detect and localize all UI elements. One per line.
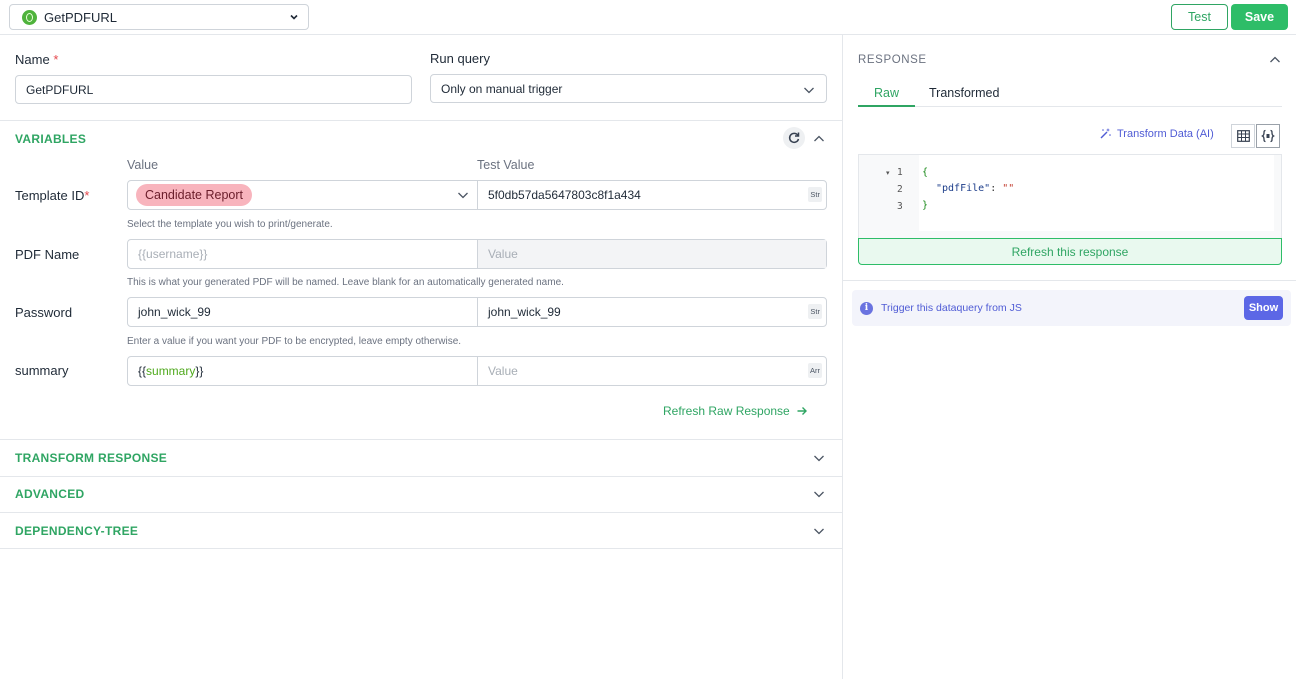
template-select[interactable]: Candidate Report [128, 181, 448, 209]
type-tag: Str [808, 304, 822, 319]
query-editor-panel: Name * GetPDFURL Run query Only on manua… [0, 35, 842, 679]
chevron-down-icon [290, 14, 298, 20]
save-button[interactable]: Save [1231, 4, 1288, 30]
chevron-up-icon[interactable] [812, 132, 826, 146]
pdf-name-placeholder: {{username}} [138, 247, 208, 261]
transform-response-section-title[interactable]: TRANSFORM RESPONSE [15, 451, 167, 465]
type-tag: Str [808, 187, 822, 202]
line-number: 2 [897, 184, 903, 195]
run-query-value: Only on manual trigger [441, 81, 563, 96]
pdf-name-hint: This is what your generated PDF will be … [127, 277, 564, 288]
tab-divider [858, 106, 1282, 107]
template-id-test-value: 5f0db57da5647803c8f1a434 [488, 188, 641, 202]
template-id-row: Candidate Report 5f0db57da5647803c8f1a43… [127, 180, 827, 210]
summary-label: summary [15, 363, 69, 378]
type-tag: Arr [808, 363, 822, 378]
table-view-button[interactable] [1231, 124, 1255, 148]
chevron-up-icon[interactable] [1268, 53, 1282, 67]
datasource-icon [22, 9, 37, 25]
test-button[interactable]: Test [1171, 4, 1228, 30]
template-dropdown-toggle[interactable] [448, 181, 478, 209]
chevron-down-icon[interactable] [812, 524, 826, 538]
magic-wand-icon [1100, 128, 1111, 139]
value-column-header: Value [127, 158, 159, 172]
divider [0, 548, 842, 549]
password-hint: Enter a value if you want your PDF to be… [127, 336, 462, 347]
table-icon [1236, 130, 1250, 142]
refresh-response-button[interactable]: Refresh this response [858, 238, 1282, 265]
info-icon: i [860, 301, 873, 315]
run-query-label: Run query [430, 51, 490, 66]
template-id-test-input[interactable]: 5f0db57da5647803c8f1a434 Str [478, 181, 826, 209]
name-label: Name * [15, 52, 59, 67]
divider [0, 476, 842, 477]
show-button[interactable]: Show [1244, 296, 1283, 320]
tab-active-indicator [858, 105, 915, 107]
line-number: 3 [897, 201, 903, 212]
code-line: "pdfFile": "" [936, 183, 1015, 194]
pdf-name-test-input[interactable]: Value [478, 240, 826, 268]
response-panel: RESPONSE Raw Transformed Transform Data … [842, 35, 1296, 679]
run-query-select[interactable]: Only on manual trigger [430, 74, 827, 103]
json-view-button[interactable] [1256, 124, 1280, 148]
password-input[interactable]: john_wick_99 [128, 298, 478, 326]
summary-row: {{summary}} Value Arr [127, 356, 827, 386]
divider [0, 439, 842, 440]
code-line: { [922, 167, 929, 178]
refresh-raw-response-link[interactable]: Refresh Raw Response [663, 404, 808, 418]
transform-data-ai-button[interactable]: Transform Data (AI) [1099, 127, 1214, 140]
password-test-input[interactable]: john_wick_99 Str [478, 298, 826, 326]
code-content: { "pdfFile": "" } [919, 155, 1274, 231]
chevron-down-icon [804, 87, 814, 94]
dependency-tree-section-title[interactable]: DEPENDENCY-TREE [15, 524, 138, 538]
pdf-name-row: {{username}} Value [127, 239, 827, 269]
template-id-label: Template ID* [15, 188, 90, 203]
response-title: RESPONSE [858, 54, 927, 66]
top-bar: GetPDFURL Test Save [0, 0, 1296, 35]
advanced-section-title[interactable]: ADVANCED [15, 487, 85, 501]
query-name: GetPDFURL [44, 9, 117, 25]
query-selector[interactable]: GetPDFURL [9, 4, 309, 30]
line-gutter: ▾ 1 2 3 [859, 155, 919, 239]
password-row: john_wick_99 john_wick_99 Str [127, 297, 827, 327]
pdf-name-input[interactable]: {{username}} [128, 240, 478, 268]
password-test-value: john_wick_99 [488, 305, 561, 319]
code-line: } [922, 200, 929, 211]
chevron-down-icon[interactable] [812, 487, 826, 501]
summary-test-input[interactable]: Value Arr [478, 357, 826, 385]
summary-input[interactable]: {{summary}} [128, 357, 478, 385]
test-value-column-header: Test Value [477, 158, 535, 172]
fold-arrow-icon[interactable]: ▾ [886, 169, 890, 177]
divider [843, 280, 1296, 281]
tab-raw[interactable]: Raw [874, 86, 899, 100]
response-code-viewer[interactable]: ▾ 1 2 3 { "pdfFile": "" } [858, 154, 1282, 238]
chevron-down-icon [457, 192, 468, 199]
refresh-icon [788, 132, 800, 144]
template-chip[interactable]: Candidate Report [136, 184, 252, 206]
trigger-from-js-banner: i Trigger this dataquery from JS Show [852, 290, 1291, 326]
line-number: 1 [897, 167, 903, 178]
pdf-name-label: PDF Name [15, 247, 80, 262]
summary-test-placeholder: Value [488, 364, 518, 378]
transform-data-ai-label: Transform Data (AI) [1117, 127, 1214, 140]
name-input[interactable]: GetPDFURL [15, 75, 412, 104]
reset-variables-button[interactable] [783, 127, 805, 149]
variables-section-title[interactable]: VARIABLES [15, 132, 86, 146]
tab-transformed[interactable]: Transformed [929, 86, 999, 100]
password-label: Password [15, 305, 73, 320]
pdf-name-test-placeholder: Value [488, 247, 518, 261]
arrow-right-icon [797, 407, 807, 415]
divider [0, 120, 842, 121]
chevron-down-icon[interactable] [812, 451, 826, 465]
trigger-text: Trigger this dataquery from JS [881, 302, 1022, 314]
password-value: john_wick_99 [138, 305, 211, 319]
divider [0, 512, 842, 513]
code-braces-icon [1261, 129, 1275, 143]
summary-value: {{summary}} [138, 364, 204, 378]
refresh-raw-response-label: Refresh Raw Response [663, 404, 790, 418]
template-id-hint: Select the template you wish to print/ge… [127, 219, 333, 230]
